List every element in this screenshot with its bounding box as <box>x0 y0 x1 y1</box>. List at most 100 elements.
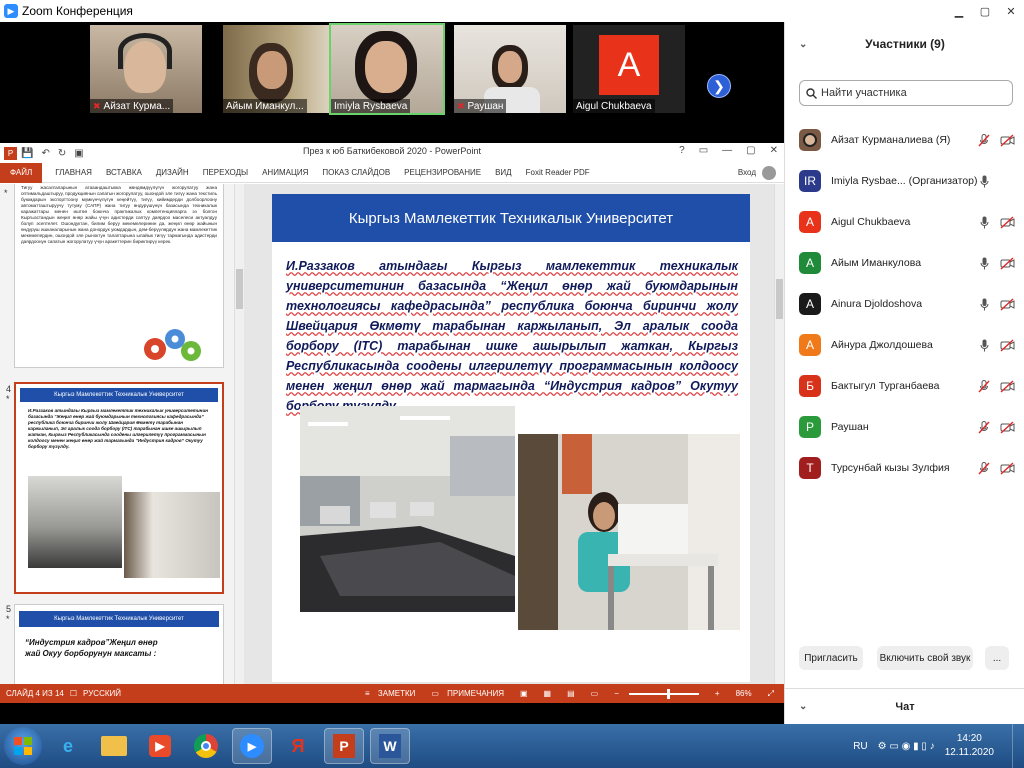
slideshow-view-icon[interactable]: ▭ <box>591 689 599 698</box>
spellcheck-icon[interactable]: ☐ <box>70 689 77 698</box>
muted-mic-icon[interactable] <box>978 420 990 434</box>
mic-icon[interactable] <box>978 256 990 270</box>
mic-icon[interactable] <box>978 174 990 188</box>
muted-mic-icon[interactable] <box>978 461 990 475</box>
video-off-icon[interactable] <box>1000 461 1015 475</box>
minimize-button[interactable]: ▁ <box>946 0 972 22</box>
slide-photo-classroom[interactable] <box>300 406 515 612</box>
slide-thumbnails-pane[interactable]: * Тигуу жасалгаларынын атааандаштыкка жө… <box>0 184 236 684</box>
tab-foxit[interactable]: Foxit Reader PDF <box>519 168 597 177</box>
participant-search-input[interactable]: Найти участника <box>799 80 1013 106</box>
undo-icon[interactable]: ↶ <box>41 148 49 159</box>
media-player-icon[interactable]: ▶ <box>140 728 180 764</box>
show-desktop-button[interactable] <box>1012 724 1024 768</box>
tray-icons[interactable]: ⚙ ▭ ◉ ▮ ▯ ♪ <box>878 741 935 752</box>
video-off-icon[interactable] <box>1000 379 1015 393</box>
tab-design[interactable]: ДИЗАЙН <box>149 168 196 177</box>
sign-in-link[interactable]: Вход <box>738 168 756 177</box>
video-tile-2[interactable]: Айым Иманкул... <box>223 25 335 113</box>
participant-row[interactable]: T Турсунбай кызы Зулфия <box>785 448 1024 488</box>
participant-row[interactable]: A Ainura Djoldoshova <box>785 284 1024 324</box>
powerpoint-app-icon[interactable]: P <box>324 728 364 764</box>
slide-title[interactable]: Кыргыз Мамлекеттик Техникалык Университе… <box>272 194 750 242</box>
video-off-icon[interactable] <box>1000 133 1015 147</box>
zoom-level[interactable]: 86% <box>736 689 752 698</box>
participant-row[interactable]: A Айым Иманкулова <box>785 243 1024 283</box>
video-off-icon[interactable] <box>1000 215 1015 229</box>
start-button[interactable] <box>4 727 42 765</box>
ppt-close-button[interactable]: ✕ <box>770 145 778 156</box>
slide-body-text[interactable]: И.Раззаков атындагы Кыргыз мамлекеттик т… <box>286 256 738 416</box>
participant-row[interactable]: Б Бактыгул Турганбаева <box>785 366 1024 406</box>
tab-file[interactable]: ФАЙЛ <box>0 162 43 183</box>
video-tile-3-active-speaker[interactable]: Imiyla Rysbaeva <box>329 23 445 115</box>
video-off-icon[interactable] <box>1000 256 1015 270</box>
clock[interactable]: 14:20 12.11.2020 <box>945 732 994 760</box>
slide-thumbnail-3[interactable]: Тигуу жасалгаларынын атааандаштыкка жөнд… <box>14 184 224 368</box>
yandex-icon[interactable]: Я <box>278 728 318 764</box>
tab-view[interactable]: ВИД <box>488 168 519 177</box>
tab-slideshow[interactable]: ПОКАЗ СЛАЙДОВ <box>315 168 397 177</box>
video-icon[interactable] <box>1000 174 1015 188</box>
invite-button[interactable]: Пригласить <box>799 646 863 670</box>
zoom-app-icon[interactable]: ▶ <box>232 728 272 764</box>
mic-icon[interactable] <box>978 338 990 352</box>
participant-row[interactable]: IR Imiyla Rysbae... (Организатор) <box>785 161 1024 201</box>
input-language[interactable]: RU <box>853 741 867 752</box>
chat-section[interactable]: ⌄ Чат <box>785 688 1024 724</box>
normal-view-icon[interactable]: ▣ <box>520 689 528 698</box>
zoom-slider[interactable] <box>628 688 699 699</box>
video-off-icon[interactable] <box>1000 338 1015 352</box>
chrome-icon[interactable] <box>186 728 226 764</box>
current-slide[interactable]: Кыргыз Мамлекеттик Техникалык Университе… <box>272 194 750 682</box>
internet-explorer-icon[interactable]: e <box>48 728 88 764</box>
ppt-minimize-button[interactable]: — <box>722 145 732 156</box>
ppt-maximize-button[interactable]: ▢ <box>746 145 755 156</box>
slide-editor[interactable]: Кыргыз Мамлекеттик Техникалык Университе… <box>246 184 774 684</box>
muted-mic-icon[interactable] <box>978 133 990 147</box>
slide-thumbnail-4[interactable]: Кыргыз Мамлекеттик Техникалык Университе… <box>14 382 224 594</box>
word-app-icon[interactable]: W <box>370 728 410 764</box>
notes-button[interactable]: ≡ ЗАМЕТКИ <box>365 689 415 698</box>
mic-icon[interactable] <box>978 215 990 229</box>
unmute-myself-button[interactable]: Включить свой звук <box>877 646 973 670</box>
reading-view-icon[interactable]: ▤ <box>567 689 575 698</box>
tab-insert[interactable]: ВСТАВКА <box>99 168 149 177</box>
ribbon-options-icon[interactable]: ▭ <box>699 145 708 156</box>
fit-slide-icon[interactable]: ⤢ <box>768 689 774 699</box>
slide-thumbnail-5[interactable]: Кыргыз Мамлекеттик Техникалык Университе… <box>14 604 224 684</box>
tab-review[interactable]: РЕЦЕНЗИРОВАНИЕ <box>397 168 488 177</box>
next-page-arrow-icon[interactable]: ❯ <box>707 74 731 98</box>
video-tile-5[interactable]: A Aigul Chukbaeva <box>573 25 685 113</box>
muted-mic-icon[interactable] <box>978 379 990 393</box>
participant-row[interactable]: A Aigul Chukbaeva <box>785 202 1024 242</box>
sorter-view-icon[interactable]: ▦ <box>544 689 552 698</box>
help-icon[interactable]: ? <box>679 145 685 156</box>
language-indicator[interactable]: РУССКИЙ <box>83 689 121 698</box>
collapse-chevron-icon[interactable]: ⌄ <box>799 701 807 712</box>
tab-home[interactable]: ГЛАВНАЯ <box>48 168 99 177</box>
slide-photo-sewing[interactable] <box>518 434 740 630</box>
participant-row[interactable]: Айзат Курманалиева (Я) <box>785 120 1024 160</box>
save-icon[interactable]: 💾 <box>21 148 33 159</box>
video-off-icon[interactable] <box>1000 297 1015 311</box>
close-button[interactable]: ✕ <box>998 0 1024 22</box>
account-avatar-icon[interactable] <box>762 165 776 180</box>
thumbnails-scrollbar[interactable] <box>234 184 244 684</box>
video-tile-4[interactable]: ✖ Раушан <box>454 25 566 113</box>
tab-animation[interactable]: АНИМАЦИЯ <box>255 168 315 177</box>
start-slideshow-icon[interactable]: ▣ <box>74 148 83 159</box>
zoom-in-button[interactable]: + <box>715 689 720 698</box>
maximize-button[interactable]: ▢ <box>972 0 998 22</box>
participant-row[interactable]: A Айнура Джолдошева <box>785 325 1024 365</box>
video-tile-1[interactable]: ✖ Айзат Курма... <box>90 25 202 113</box>
tab-transitions[interactable]: ПЕРЕХОДЫ <box>196 168 255 177</box>
zoom-out-button[interactable]: − <box>614 689 619 698</box>
more-button[interactable]: ... <box>985 646 1009 670</box>
editor-scrollbar[interactable] <box>774 184 784 684</box>
collapse-chevron-icon[interactable]: ⌄ <box>799 39 807 50</box>
redo-icon[interactable]: ↻ <box>58 148 66 159</box>
participant-row[interactable]: P Раушан <box>785 407 1024 447</box>
file-explorer-icon[interactable] <box>94 728 134 764</box>
video-off-icon[interactable] <box>1000 420 1015 434</box>
